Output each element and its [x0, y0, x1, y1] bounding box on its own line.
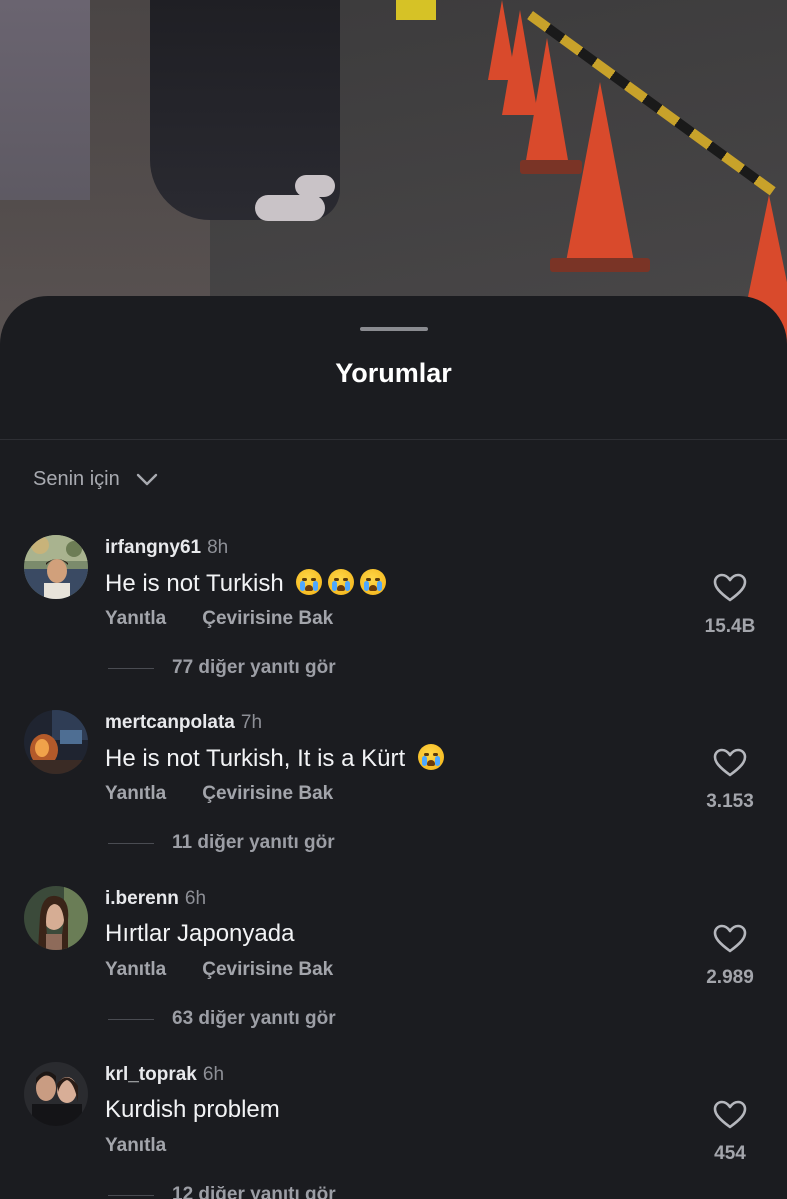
comment-username[interactable]: i.berenn: [105, 888, 179, 909]
like-button[interactable]: 3.153: [700, 748, 760, 813]
comment-username[interactable]: krl_toprak: [105, 1064, 197, 1085]
view-replies-button[interactable]: 63 diğer yanıtı gör: [108, 1008, 336, 1030]
comment-time: 7h: [240, 712, 263, 733]
heart-icon: [713, 1100, 747, 1129]
like-count: 454: [714, 1143, 746, 1164]
comment-body: Hırtlar Japonyada: [105, 920, 295, 947]
view-replies-label: 77 diğer yanıtı gör: [172, 657, 336, 678]
view-replies-label: 12 diğer yanıtı gör: [172, 1184, 336, 1199]
video-cone-base: [550, 258, 650, 272]
comment-actions: Yanıtla: [105, 1135, 166, 1157]
comment-username[interactable]: irfangny61: [105, 537, 201, 558]
comment-time: 8h: [207, 537, 229, 558]
comment-item: i.berenn 6h Hırtlar Japonyada Yanıtla Çev…: [0, 886, 787, 1056]
translate-button[interactable]: Çevirisine Bak: [202, 608, 333, 630]
heart-icon: [713, 573, 747, 602]
view-replies-button[interactable]: 77 diğer yanıtı gör: [108, 657, 336, 679]
comment-body: Kurdish problem: [105, 1096, 280, 1123]
comment-header: irfangny61 8h: [105, 537, 228, 559]
comment-time: 6h: [184, 888, 207, 909]
sort-dropdown[interactable]: Senin için: [33, 468, 158, 491]
comment-actions: Yanıtla Çevirisine Bak: [105, 959, 333, 981]
like-button[interactable]: 15.4B: [700, 573, 760, 638]
loudly-crying-face-icon: [296, 569, 323, 595]
replies-line: [108, 1194, 154, 1196]
video-poster: [0, 0, 90, 200]
comment-text: He is not Turkish: [105, 569, 387, 598]
header-divider: [0, 439, 787, 440]
reply-button[interactable]: Yanıtla: [105, 959, 166, 981]
replies-line: [108, 1018, 154, 1020]
heart-icon: [713, 748, 747, 777]
avatar[interactable]: [24, 710, 88, 774]
like-count: 3.153: [706, 791, 754, 812]
comment-actions: Yanıtla Çevirisine Bak: [105, 783, 333, 805]
like-button[interactable]: 2.989: [700, 924, 760, 989]
comment-actions: Yanıtla Çevirisine Bak: [105, 608, 333, 630]
loudly-crying-face-icon: [328, 569, 355, 595]
avatar[interactable]: [24, 1062, 88, 1126]
face-with-tears-of-joy-icon: [417, 744, 444, 770]
comment-header: mertcanpolata 7h: [105, 712, 262, 734]
app-root: Yorumlar Senin için irfangny61 8h He is …: [0, 0, 787, 1199]
comment-text: Hırtlar Japonyada: [105, 920, 294, 948]
like-count: 2.989: [706, 967, 754, 988]
view-replies-button[interactable]: 11 diğer yanıtı gör: [108, 832, 335, 854]
like-count: 15.4B: [704, 616, 756, 637]
reply-button[interactable]: Yanıtla: [105, 1135, 166, 1157]
replies-line: [108, 667, 154, 669]
comment-text: He is not Turkish, It is a Kürt: [105, 744, 444, 773]
view-replies-label: 11 diğer yanıtı gör: [172, 832, 335, 853]
comment-body: He is not Turkish, It is a Kürt: [105, 745, 406, 772]
video-cone: [525, 38, 569, 166]
chevron-down-icon: [136, 473, 157, 485]
view-replies-button[interactable]: 12 diğer yanıtı gör: [108, 1184, 336, 1199]
comment-username[interactable]: mertcanpolata: [105, 712, 235, 733]
heart-icon: [713, 924, 747, 953]
comment-body: He is not Turkish: [105, 570, 284, 597]
comment-item: mertcanpolata 7h He is not Turkish, It is…: [0, 710, 787, 880]
drag-handle[interactable]: [360, 327, 428, 331]
avatar[interactable]: [24, 886, 88, 950]
reply-button[interactable]: Yanıtla: [105, 783, 166, 805]
comment-item: krl_toprak 6h Kurdish problem Yanıtla 12 …: [0, 1062, 787, 1199]
sheet-title: Yorumlar: [335, 358, 452, 388]
loudly-crying-face-icon: [360, 569, 387, 595]
avatar[interactable]: [24, 535, 88, 599]
translate-button[interactable]: Çevirisine Bak: [202, 783, 333, 805]
comment-header: krl_toprak 6h: [105, 1064, 224, 1086]
comment-item: irfangny61 8h He is not Turkish Yanıtla Ç…: [0, 535, 787, 705]
video-shoe: [295, 175, 335, 197]
video-cone: [566, 82, 634, 262]
comment-time: 6h: [202, 1064, 225, 1085]
comment-text: Kurdish problem: [105, 1096, 280, 1124]
video-shoe: [255, 195, 325, 221]
comment-header: i.berenn 6h: [105, 888, 206, 910]
like-button[interactable]: 454: [700, 1100, 760, 1165]
sort-label: Senin için: [33, 468, 120, 490]
reply-button[interactable]: Yanıtla: [105, 608, 166, 630]
video-yellow-box: [396, 0, 436, 20]
translate-button[interactable]: Çevirisine Bak: [202, 959, 333, 981]
replies-line: [108, 842, 154, 844]
view-replies-label: 63 diğer yanıtı gör: [172, 1008, 336, 1029]
comments-sheet: Yorumlar Senin için irfangny61 8h He is …: [0, 296, 787, 1199]
